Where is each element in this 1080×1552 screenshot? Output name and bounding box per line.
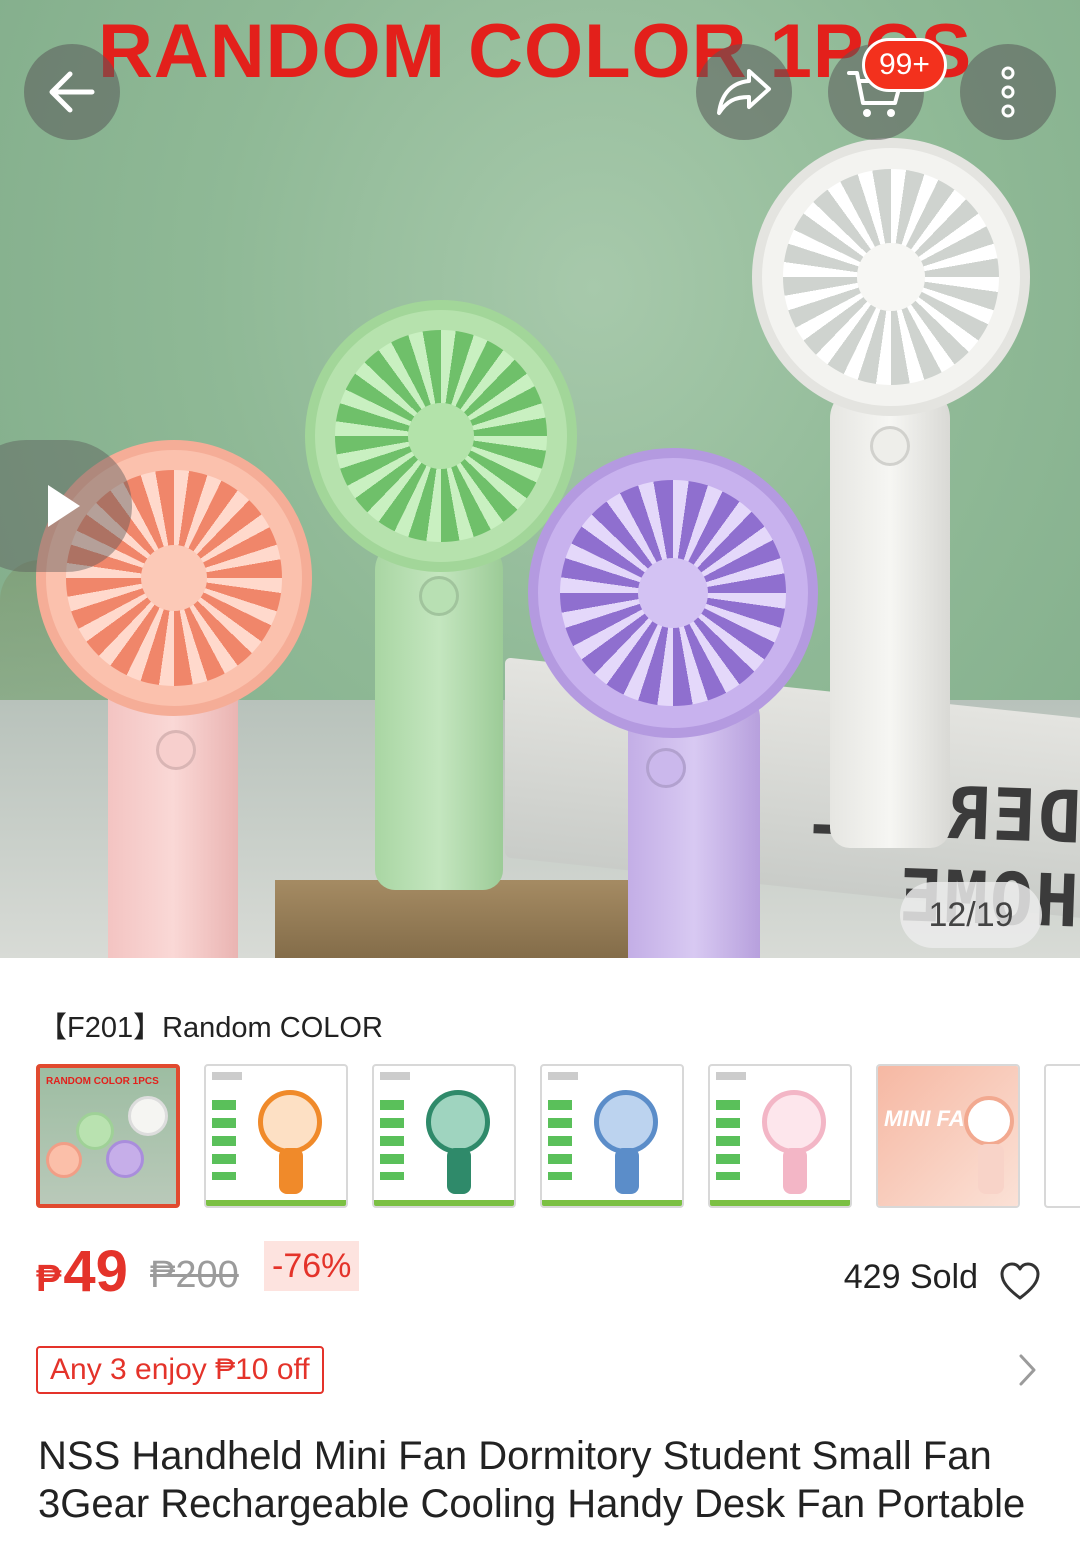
discount-badge: -76% [264, 1241, 360, 1291]
variant-thumb-random-color[interactable]: RANDOM COLOR 1PCS [36, 1064, 180, 1208]
play-video-button[interactable] [0, 440, 132, 572]
more-options-button[interactable] [960, 44, 1056, 140]
selected-variant-label: 【F201】Random COLOR [38, 1012, 383, 1044]
back-arrow-icon [49, 71, 95, 113]
more-vertical-icon [1001, 66, 1015, 118]
play-icon [48, 485, 80, 527]
cart-count-badge: 99+ [862, 38, 947, 92]
sold-count: 429 Sold [843, 1258, 978, 1296]
variant-thumb-orange[interactable] [204, 1064, 348, 1208]
variant-thumb-mini-fan[interactable]: MINI FAN [876, 1064, 1020, 1208]
product-image-gallery[interactable]: DERFUL HOME RANDOM [0, 0, 1080, 958]
fan-purple [528, 448, 840, 958]
image-counter: 12/19 [900, 882, 1042, 948]
current-price: ₱49 [36, 1239, 128, 1304]
chevron-right-icon[interactable] [1012, 1350, 1042, 1390]
back-button[interactable] [24, 44, 120, 140]
variant-thumb-more[interactable] [1044, 1064, 1080, 1208]
price-row: ₱49 ₱200 -76% 429 Sold [36, 1238, 1046, 1308]
original-price: ₱200 [150, 1254, 239, 1296]
heart-outline-icon[interactable] [998, 1260, 1042, 1304]
variant-thumb-blue[interactable] [540, 1064, 684, 1208]
variant-thumb-pink[interactable] [708, 1064, 852, 1208]
variant-thumbnail-list[interactable]: RANDOM COLOR 1PCS MINI FAN [36, 1064, 1080, 1209]
product-title: NSS Handheld Mini Fan Dormitory Student … [38, 1434, 1026, 1526]
thumb-label: RANDOM COLOR 1PCS [46, 1076, 159, 1087]
share-button[interactable] [696, 44, 792, 140]
share-icon [717, 69, 771, 115]
promo-tag[interactable]: Any 3 enjoy ₱10 off [36, 1346, 324, 1394]
variant-thumb-green[interactable] [372, 1064, 516, 1208]
